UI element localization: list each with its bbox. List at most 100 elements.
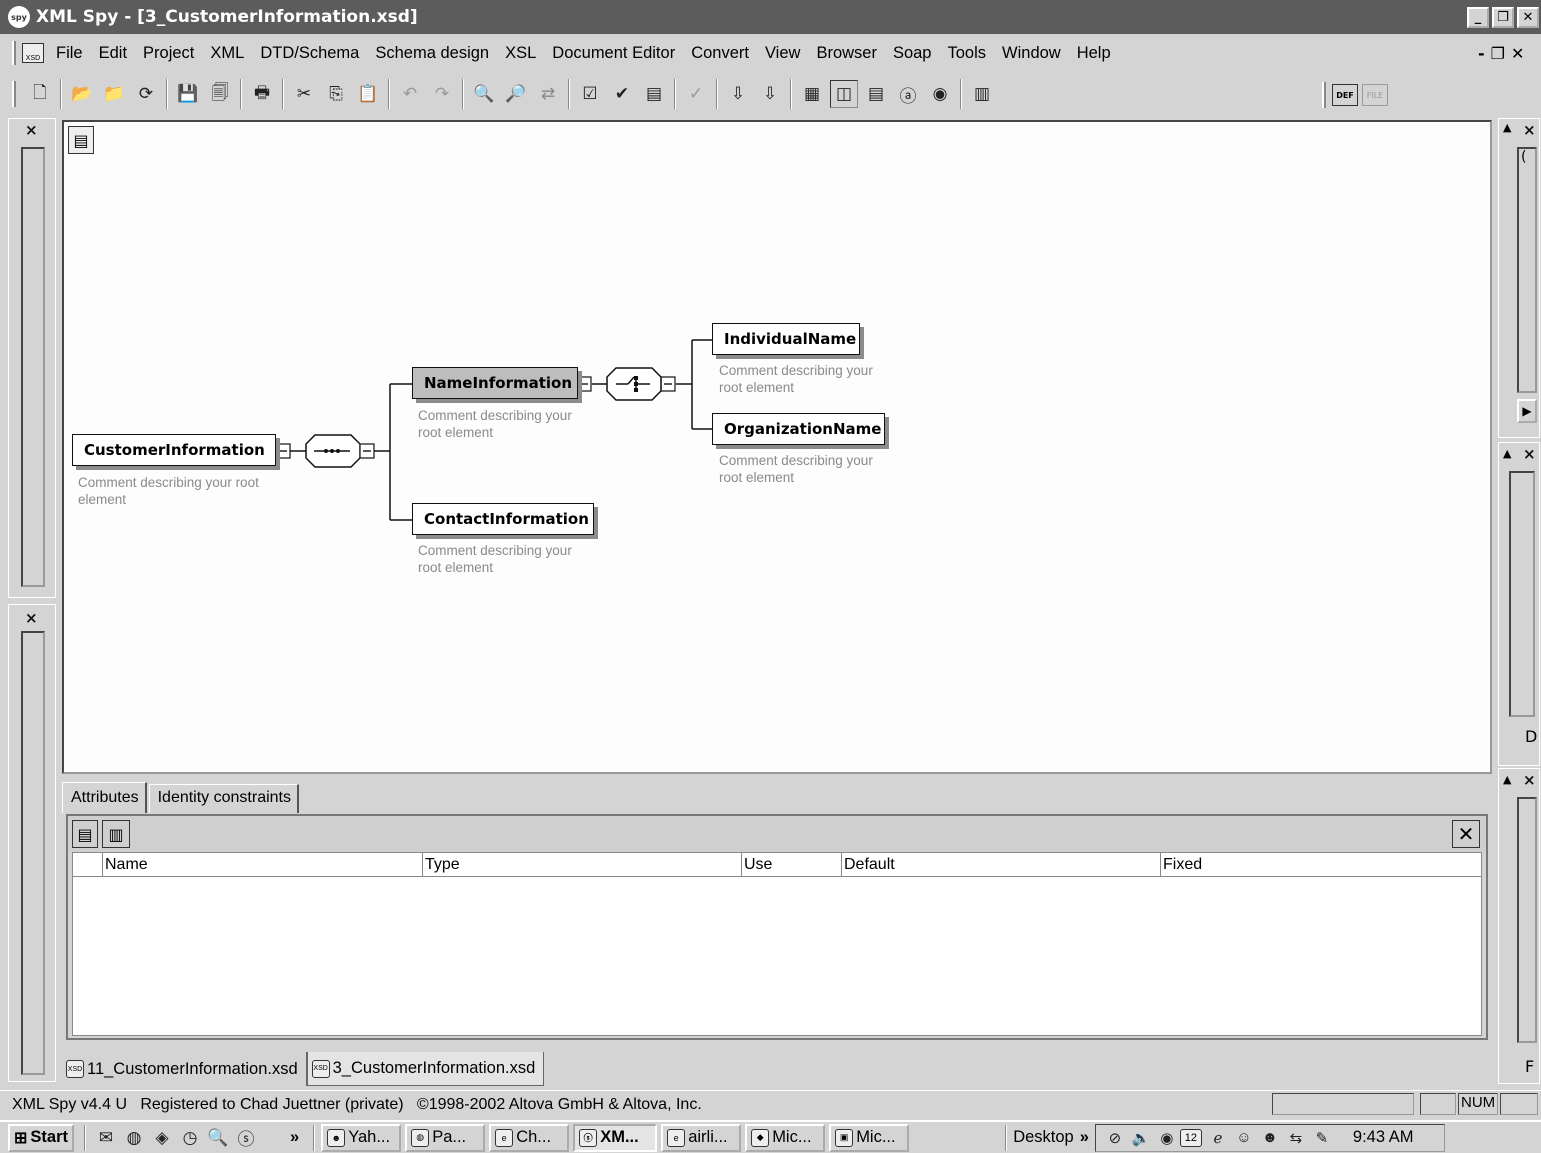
replace-icon[interactable]: ⇄ xyxy=(534,80,562,108)
minimize-button[interactable]: _ xyxy=(1467,7,1489,28)
menu-xsl[interactable]: XSL xyxy=(497,44,544,63)
undo-icon[interactable]: ↶ xyxy=(396,80,424,108)
copy-icon[interactable]: ⎘ xyxy=(322,80,350,108)
fo-transform-icon[interactable]: ⇩ xyxy=(756,80,784,108)
quicklaunch-outlook-icon[interactable]: ✉ xyxy=(94,1124,118,1152)
tray-network-icon[interactable]: ⊘ xyxy=(1104,1124,1126,1152)
menu-browser[interactable]: Browser xyxy=(808,44,885,63)
xsd-document-icon[interactable]: XSD xyxy=(22,43,44,63)
restore-button[interactable]: ❐ xyxy=(1492,7,1514,28)
tab-attributes[interactable]: Attributes xyxy=(62,782,147,813)
panel-close-icon[interactable]: × xyxy=(25,609,38,627)
dtd-icon[interactable]: ▤ xyxy=(640,80,668,108)
reload-icon[interactable]: ⟳ xyxy=(132,80,160,108)
quicklaunch-clock-icon[interactable]: ◷ xyxy=(178,1124,202,1152)
mdi-window-controls[interactable]: -❐✕ xyxy=(1478,44,1530,63)
task-airline[interactable]: e airli... xyxy=(661,1123,742,1152)
panel-collapse-icon[interactable]: ▲ xyxy=(1503,773,1511,786)
column-use[interactable]: Use xyxy=(742,853,842,876)
quicklaunch-xmlspy-icon[interactable]: ⓢ xyxy=(234,1124,258,1152)
cut-icon[interactable]: ✂ xyxy=(290,80,318,108)
append-attribute-icon[interactable]: ▤ xyxy=(72,820,98,848)
quicklaunch-ie-icon[interactable]: ◍ xyxy=(122,1124,146,1152)
panel-collapse-icon[interactable]: ▲ xyxy=(1503,121,1511,134)
tray-volume-icon[interactable]: 🔈 xyxy=(1130,1124,1152,1152)
menu-soap[interactable]: Soap xyxy=(885,44,940,63)
find-icon[interactable]: 🔍 xyxy=(470,80,498,108)
toggle-panel-icon[interactable]: ▥ xyxy=(968,80,996,108)
text-view-icon[interactable]: ▤ xyxy=(862,80,890,108)
browser-view-icon[interactable]: ◉ xyxy=(926,80,954,108)
xsl-transform-icon[interactable]: ⇩ xyxy=(724,80,752,108)
tray-clock-icon[interactable]: ◉ xyxy=(1156,1124,1178,1152)
menu-tools[interactable]: Tools xyxy=(940,44,995,63)
tray-app-icon[interactable]: ✎ xyxy=(1311,1124,1333,1152)
task-xmlspy[interactable]: ⓢ XM... xyxy=(573,1123,658,1152)
scroll-right-icon[interactable]: ▶ xyxy=(1517,399,1537,423)
task-yahoo[interactable]: ☻ Yah... xyxy=(321,1123,402,1152)
start-button[interactable]: ⊞ Start xyxy=(8,1123,74,1152)
menu-convert[interactable]: Convert xyxy=(683,44,757,63)
column-type[interactable]: Type xyxy=(423,853,742,876)
save-icon[interactable]: 💾 xyxy=(174,80,202,108)
menu-xml[interactable]: XML xyxy=(202,44,252,63)
quicklaunch-mediaplayer-icon[interactable]: ◈ xyxy=(150,1124,174,1152)
spellcheck-icon[interactable]: ✓ xyxy=(682,80,710,108)
redo-icon[interactable]: ↷ xyxy=(428,80,456,108)
task-pa[interactable]: ◍ Pa... xyxy=(405,1123,486,1152)
validate-icon[interactable]: ✔ xyxy=(608,80,636,108)
menu-edit[interactable]: Edit xyxy=(91,44,135,63)
schema-design-canvas[interactable]: ▤ CustomerInformation Comment describing… xyxy=(62,120,1492,774)
print-icon[interactable]: 🖶 xyxy=(248,80,276,108)
choice-icon[interactable] xyxy=(606,367,662,401)
close-button[interactable]: ✕ xyxy=(1517,7,1539,28)
menu-dtd-schema[interactable]: DTD/Schema xyxy=(252,44,367,63)
new-icon[interactable]: 🗋 xyxy=(26,80,54,108)
tray-sync-icon[interactable]: ⇆ xyxy=(1285,1124,1307,1152)
desktop-chevron-icon[interactable]: » xyxy=(1080,1128,1089,1147)
tab-identity-constraints[interactable]: Identity constraints xyxy=(148,784,299,813)
def-icon[interactable]: DEF xyxy=(1332,84,1358,106)
find-next-icon[interactable]: 🔎 xyxy=(502,80,530,108)
quicklaunch-chevron-icon[interactable]: » xyxy=(290,1128,299,1147)
task-mic-1[interactable]: ◆ Mic... xyxy=(745,1123,826,1152)
tray-calendar-icon[interactable]: 12 xyxy=(1179,1128,1202,1147)
open-icon[interactable]: 📂 xyxy=(68,80,96,108)
menu-file[interactable]: File xyxy=(48,44,91,63)
element-contactinformation[interactable]: ContactInformation xyxy=(412,503,594,535)
column-name[interactable]: Name xyxy=(103,853,423,876)
paste-icon[interactable]: 📋 xyxy=(354,80,382,108)
file-icon[interactable]: FILE xyxy=(1362,84,1388,106)
tray-ie-icon[interactable]: ℯ xyxy=(1207,1124,1229,1152)
tray-yahoo-icon[interactable]: ☻ xyxy=(1259,1124,1281,1152)
panel-close-icon[interactable]: × xyxy=(1523,445,1536,463)
schema-design-icon[interactable]: ◫ xyxy=(830,80,858,108)
panel-collapse-icon[interactable]: ▲ xyxy=(1503,447,1511,460)
panel-close-icon[interactable]: × xyxy=(1523,771,1536,789)
menu-window[interactable]: Window xyxy=(994,44,1069,63)
insert-attribute-icon[interactable]: ▥ xyxy=(102,820,130,848)
element-customerinformation[interactable]: CustomerInformation xyxy=(72,434,276,466)
element-organizationname[interactable]: OrganizationName xyxy=(712,413,885,445)
open-url-icon[interactable]: 📁 xyxy=(100,80,128,108)
authentic-view-icon[interactable]: ⓐ xyxy=(894,80,922,108)
menu-project[interactable]: Project xyxy=(135,44,202,63)
menu-help[interactable]: Help xyxy=(1069,44,1119,63)
attributes-grid[interactable]: Name Type Use Default Fixed xyxy=(72,852,1482,1036)
save-all-icon[interactable]: 🗐 xyxy=(206,80,234,108)
menu-view[interactable]: View xyxy=(757,44,808,63)
tray-people-icon[interactable]: ☺ xyxy=(1233,1124,1255,1152)
element-nameinformation[interactable]: NameInformation xyxy=(412,367,578,399)
panel-close-icon[interactable]: × xyxy=(1523,121,1536,139)
doc-tab-11-customerinformation[interactable]: XSD 11_CustomerInformation.xsd xyxy=(62,1052,307,1086)
column-default[interactable]: Default xyxy=(842,853,1161,876)
sequence-icon[interactable] xyxy=(304,434,360,468)
column-fixed[interactable]: Fixed xyxy=(1161,853,1481,876)
menu-document-editor[interactable]: Document Editor xyxy=(544,44,683,63)
menu-schema-design[interactable]: Schema design xyxy=(367,44,497,63)
element-individualname[interactable]: IndividualName xyxy=(712,323,860,355)
task-ch[interactable]: e Ch... xyxy=(489,1123,570,1152)
panel-close-icon[interactable]: × xyxy=(25,121,38,139)
doc-tab-3-customerinformation[interactable]: XSD 3_CustomerInformation.xsd xyxy=(306,1052,545,1086)
enhanced-grid-icon[interactable]: ▦ xyxy=(798,80,826,108)
